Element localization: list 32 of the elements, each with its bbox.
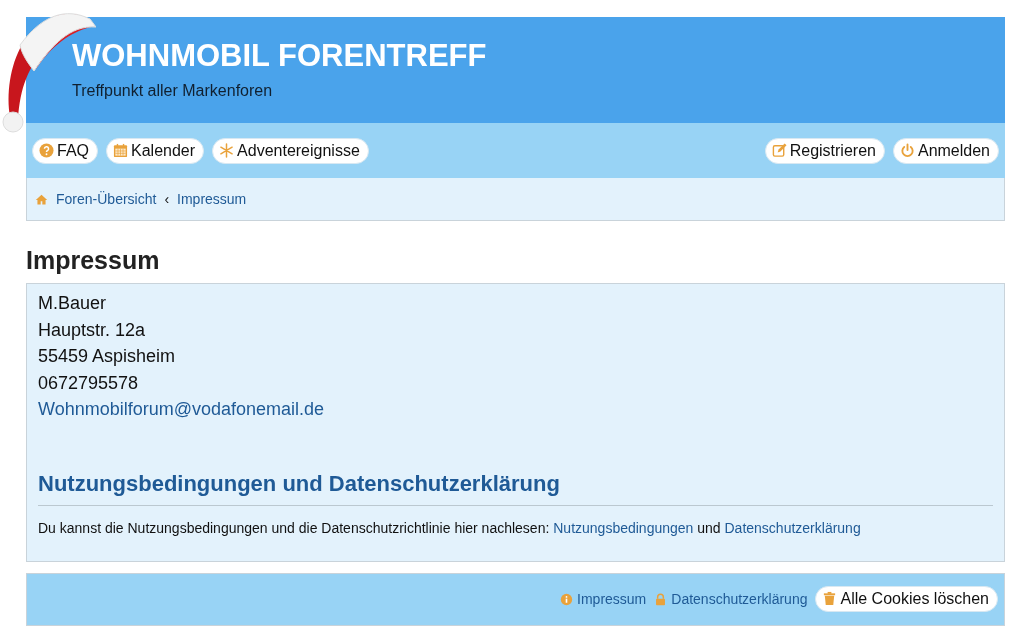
- breadcrumb-link[interactable]: Impressum: [177, 188, 247, 210]
- email-link[interactable]: Wohnmobilforum@vodafonemail.de: [38, 399, 325, 419]
- site-title: WOHNMOBIL FORENTREFF: [72, 39, 488, 74]
- address-line: M.Bauer: [38, 292, 108, 315]
- edit-button[interactable]: Registrieren: [764, 137, 885, 164]
- address-line: 0672795578: [38, 371, 140, 395]
- snowflake-icon: [219, 142, 235, 158]
- calendar-icon: [113, 142, 128, 158]
- snowflake-button[interactable]: Adventereignisse: [212, 137, 369, 164]
- lock-icon: [654, 592, 668, 606]
- breadcrumb-link[interactable]: Foren-Übersicht: [56, 188, 157, 210]
- info-icon: [560, 592, 574, 606]
- power-button[interactable]: Anmelden: [892, 137, 999, 164]
- footer-link[interactable]: Impressum: [577, 590, 647, 607]
- page-title: Impressum: [26, 245, 161, 275]
- address-line: 55459 Aspisheim: [38, 345, 177, 368]
- breadcrumb-separator: ‹: [164, 189, 170, 209]
- terms-link[interactable]: Nutzungsbedingungen: [553, 519, 694, 536]
- calendar-button[interactable]: Kalender: [106, 137, 205, 164]
- power-icon: [899, 142, 915, 158]
- question-button[interactable]: FAQ: [32, 137, 98, 164]
- delete-cookies-button[interactable]: Alle Cookies löschen: [815, 586, 998, 613]
- edit-icon: [771, 142, 787, 158]
- home-icon: [35, 192, 48, 206]
- notice-text: Du kannst die Nutzungsbedingungen und die Datenschutzrichtlinie hier nachlesen: Nutzungsbedingungen und Datenschutzerklärung: [38, 518, 862, 538]
- question-icon: [39, 142, 54, 158]
- trash-icon: [822, 591, 838, 607]
- section-heading: Nutzungsbedingungen und Datenschutzerklärung: [38, 470, 993, 506]
- site-subtitle: Treffpunkt aller Markenforen: [72, 81, 274, 102]
- privacy-link[interactable]: Datenschutzerklärung: [724, 519, 861, 536]
- footer-link[interactable]: Datenschutzerklärung: [671, 590, 808, 607]
- address-line: Hauptstr. 12a: [38, 318, 147, 342]
